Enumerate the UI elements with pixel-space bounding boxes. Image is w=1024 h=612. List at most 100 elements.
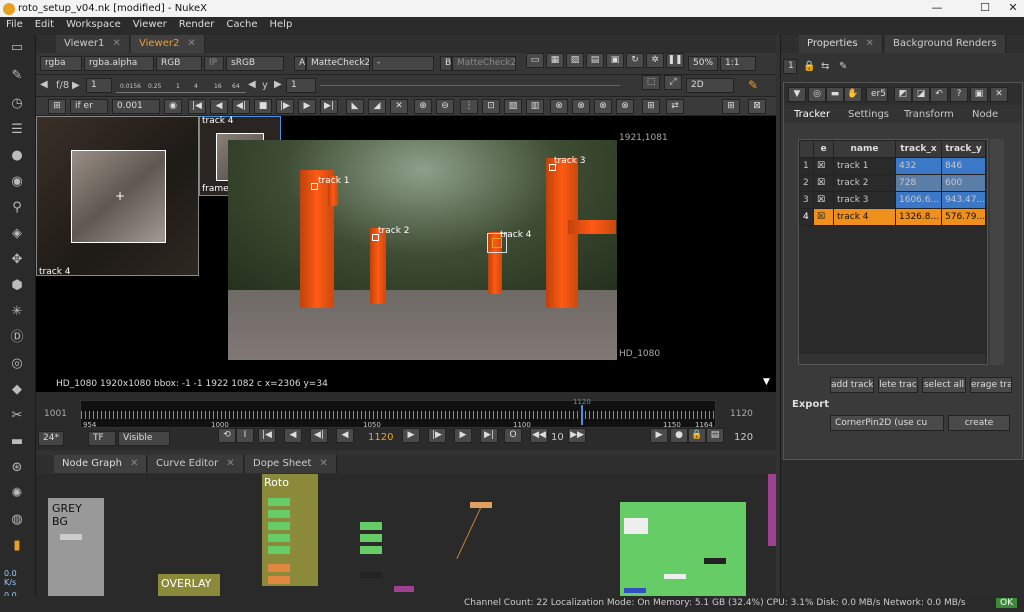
flipbook-icon[interactable]: ▶ (650, 428, 668, 443)
keyframe-remove-icon[interactable]: ✕ (390, 99, 408, 114)
vertical-scrollbar[interactable] (990, 139, 1004, 365)
table-row[interactable]: 3 ☒ track 3 1606.6... 943.47... (799, 191, 986, 209)
minimize-button[interactable]: — (930, 1, 944, 15)
node[interactable] (60, 534, 82, 540)
channel-select[interactable]: rgba.alpha (84, 56, 154, 71)
center-icon[interactable]: ⊡ (482, 99, 500, 114)
furnace-tool-icon[interactable]: ⊛ (8, 460, 26, 476)
lut-select[interactable]: sRGB (226, 56, 284, 71)
add-track-button[interactable]: add track (830, 377, 874, 393)
track-name-cell[interactable]: track 2 (833, 174, 896, 192)
zoom-select[interactable]: 50% (688, 56, 718, 71)
record-icon[interactable]: ● (670, 428, 688, 443)
lock-icon[interactable]: 🔒 (803, 61, 815, 72)
fstop-field[interactable]: 1 (86, 78, 112, 93)
track-start-icon[interactable]: |◀ (188, 99, 206, 114)
node[interactable] (624, 518, 648, 534)
clear-back-icon[interactable]: ⊗ (616, 99, 634, 114)
gamma-field[interactable]: 1 (286, 78, 316, 93)
clip-warning-icon[interactable]: ▨ (566, 53, 584, 68)
track-marker[interactable] (311, 183, 318, 190)
col-header[interactable]: track_y (941, 140, 986, 158)
track-fwd-icon[interactable]: ▶ (298, 99, 316, 114)
tab-dope-sheet[interactable]: Dope Sheet ✕ (245, 455, 337, 473)
collapse-icon[interactable]: ▼ (788, 87, 806, 102)
close-button[interactable]: ✕ (1006, 1, 1020, 15)
node[interactable] (360, 534, 382, 542)
stop-icon[interactable]: ■ (254, 99, 272, 114)
delete-track-button[interactable]: lete trac (878, 377, 918, 393)
undo-icon[interactable]: ◩ (894, 87, 912, 102)
tab-node-graph[interactable]: Node Graph ✕ (54, 455, 148, 473)
current-frame-field[interactable]: 1120 (368, 432, 393, 443)
step-field[interactable]: 10 (551, 432, 564, 443)
redo-icon[interactable]: ◪ (912, 87, 930, 102)
track-x-cell[interactable]: 1606.6... (895, 191, 942, 209)
color-icon[interactable]: ▬ (826, 87, 844, 102)
nodes-tool-icon[interactable]: ◍ (8, 512, 26, 528)
track-name-cell[interactable]: track 3 (833, 191, 896, 209)
settings-icon[interactable]: ✲ (646, 53, 664, 68)
viewer[interactable]: + track 4 track 4 frame 1001 track 1 tra… (36, 116, 776, 376)
next-frame-icon[interactable]: |▶ (428, 428, 446, 443)
node[interactable] (624, 588, 646, 593)
track-name-cell[interactable]: track 1 (833, 157, 896, 175)
plate-image[interactable]: track 1 track 2 track 3 track 4 (228, 140, 617, 360)
backdrop-overlay[interactable]: OVERLAY (158, 574, 220, 596)
3d-tool-icon[interactable]: ⬢ (8, 278, 26, 294)
zoom-window-icon[interactable]: ▧ (504, 99, 522, 114)
mask-icon[interactable]: ▣ (606, 53, 624, 68)
float-panel-icon[interactable]: ▣ (970, 87, 988, 102)
track-x-cell[interactable]: 728 (895, 174, 942, 192)
draw-tool-icon[interactable]: ✎ (8, 68, 26, 84)
start-frame[interactable]: 1001 (40, 408, 76, 423)
close-panel-icon[interactable]: ⊠ (748, 99, 766, 114)
node-name-field[interactable]: er5 (866, 87, 888, 102)
close-panel-icon[interactable]: ✕ (990, 87, 1008, 102)
track-x-cell[interactable]: 1326.8... (895, 208, 942, 226)
help-icon[interactable]: ? (950, 87, 968, 102)
col-header[interactable]: track_x (895, 140, 942, 158)
select-all-button[interactable]: select all (922, 377, 966, 393)
track-step-back-icon[interactable]: ◀| (232, 99, 250, 114)
key-add-icon[interactable]: ⊕ (414, 99, 432, 114)
tab-background-renders[interactable]: Background Renders (885, 35, 1006, 53)
frame-slider[interactable]: 1120 954 1000 1050 1100 1150 1164 (80, 398, 717, 429)
tab-viewer2[interactable]: Viewer2 ✕ (131, 35, 205, 53)
track-end-icon[interactable]: ▶| (320, 99, 338, 114)
view-mode-select[interactable]: 2D (686, 78, 734, 93)
arrow-right-icon[interactable]: ▶ (72, 80, 80, 91)
toolsets-icon[interactable]: ✂ (8, 408, 26, 424)
track-name-cell[interactable]: track 4 (833, 208, 896, 226)
table-row[interactable]: 1 ☒ track 1 432 846 (799, 157, 986, 175)
loop-icon[interactable]: ⟲ (218, 428, 236, 443)
tab-settings[interactable]: Settings (848, 109, 889, 120)
in-point-icon[interactable]: I (236, 428, 254, 443)
next-key-icon[interactable]: ▶ (454, 428, 472, 443)
col-header[interactable]: name (833, 140, 896, 158)
dropdown-arrow-icon[interactable]: ▼ (763, 377, 770, 387)
a-input-select[interactable]: MatteCheck2 (306, 56, 370, 71)
node[interactable] (268, 522, 290, 530)
node[interactable] (268, 510, 290, 518)
particles-tool-icon[interactable]: ✳ (8, 304, 26, 320)
ip-toggle[interactable]: IP (204, 56, 224, 71)
playhead[interactable] (581, 405, 583, 425)
pause-icon[interactable]: ❚❚ (666, 53, 684, 68)
keyframe-icon[interactable]: ◣ (346, 99, 364, 114)
close-icon[interactable]: ✕ (130, 458, 138, 469)
enable-checkbox[interactable]: ☒ (813, 157, 834, 175)
enable-checkbox[interactable]: ☒ (813, 208, 834, 226)
node[interactable] (704, 558, 726, 564)
track-y-cell[interactable]: 576.79... (941, 208, 986, 226)
node[interactable] (268, 564, 290, 572)
overlay-icon[interactable]: ▦ (546, 53, 564, 68)
keyer-tool-icon[interactable]: ⚲ (8, 200, 26, 216)
merge-op-select[interactable]: - (372, 56, 434, 71)
arrow-left-icon[interactable]: ◀ (40, 79, 48, 90)
node[interactable] (268, 576, 290, 584)
play-back-icon[interactable]: ◀ (336, 428, 354, 443)
backdrop-purple[interactable] (768, 474, 776, 546)
horizontal-scrollbar[interactable] (799, 354, 985, 364)
first-frame-icon[interactable]: |◀ (258, 428, 276, 443)
